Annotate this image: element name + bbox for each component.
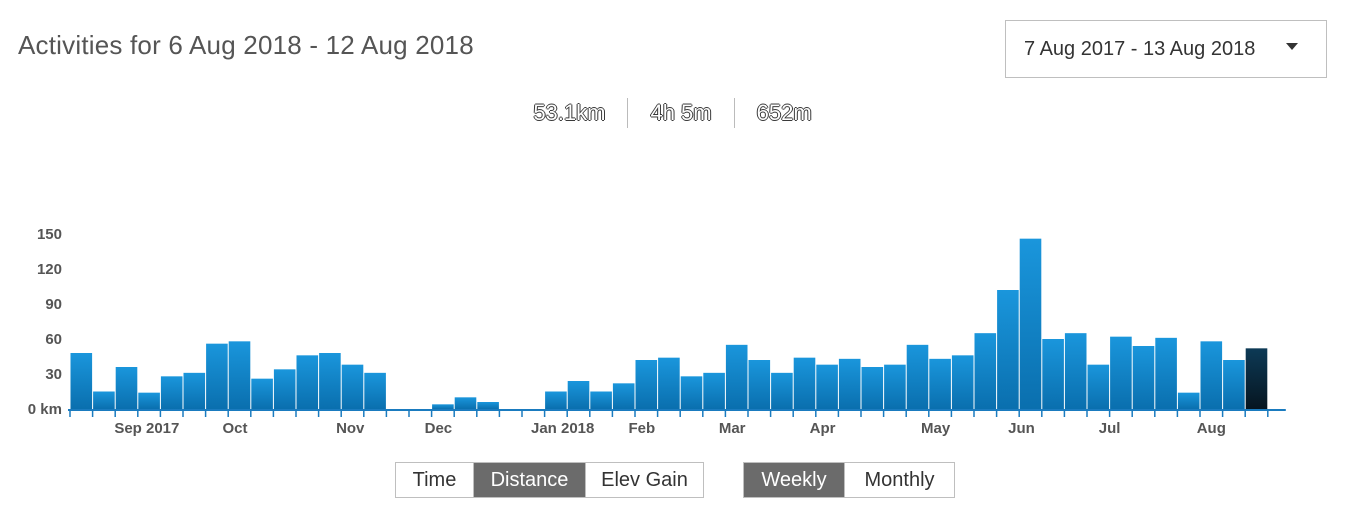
bar (1177, 392, 1200, 409)
monthly-button[interactable]: Monthly (845, 463, 954, 497)
time-button[interactable]: Time (396, 463, 474, 497)
bar (296, 355, 319, 409)
y-tick-label: 60 (45, 331, 62, 348)
bar (635, 360, 658, 409)
x-tick-label: Mar (719, 420, 746, 437)
bar (951, 355, 974, 409)
bar (1042, 339, 1064, 409)
weekly-button[interactable]: Weekly (744, 463, 845, 497)
bar (1019, 238, 1042, 409)
bar (567, 381, 590, 409)
x-tick-label: May (921, 420, 951, 437)
bar (1200, 341, 1223, 409)
bar (929, 358, 951, 409)
bar-selected (1245, 348, 1268, 409)
bar (160, 376, 183, 409)
stat-distance: 53.1km (533, 100, 606, 125)
elev-gain-button[interactable]: Elev Gain (586, 463, 703, 497)
metric-toggle-group: Time Distance Elev Gain (395, 462, 704, 498)
y-tick-label: 120 (37, 261, 62, 278)
bar (93, 391, 115, 409)
bar (861, 367, 884, 409)
bar (771, 372, 793, 409)
bar (364, 372, 386, 409)
x-tick-label: Apr (810, 420, 836, 437)
x-tick-label: Dec (425, 420, 453, 437)
bar (1132, 346, 1155, 409)
x-tick-label: Oct (222, 420, 247, 437)
bar (1064, 333, 1087, 409)
bar (703, 372, 725, 409)
bar (545, 391, 567, 409)
bar (590, 391, 612, 409)
x-tick-label: Nov (336, 420, 365, 437)
bar (341, 364, 364, 409)
x-tick-label: Jun (1008, 420, 1035, 437)
bar (612, 383, 635, 409)
bar (748, 360, 771, 409)
bar (816, 364, 838, 409)
chevron-down-icon (1286, 43, 1298, 50)
bar (454, 397, 477, 409)
bar (183, 372, 206, 409)
bar (70, 353, 93, 409)
bar (974, 333, 997, 409)
bar (251, 378, 273, 409)
bar (906, 344, 929, 409)
distance-button[interactable]: Distance (474, 463, 586, 497)
stat-time: 4h 5m (650, 100, 712, 125)
date-range-dropdown[interactable]: 7 Aug 2017 - 13 Aug 2018 (1005, 20, 1327, 78)
page-title: Activities for 6 Aug 2018 - 12 Aug 2018 (18, 30, 474, 60)
bar (725, 344, 748, 409)
bar (838, 358, 861, 409)
date-range-label: 7 Aug 2017 - 13 Aug 2018 (1024, 37, 1256, 60)
y-tick-label: 150 (37, 226, 62, 243)
bar (206, 343, 228, 409)
bar (658, 357, 680, 409)
x-tick-label: Sep 2017 (114, 420, 179, 437)
bar (432, 404, 454, 409)
y-tick-label: 0 km (28, 401, 62, 418)
bar (680, 376, 703, 409)
bar (1087, 364, 1110, 409)
bar (793, 357, 816, 409)
x-tick-label: Jan 2018 (531, 420, 594, 437)
stat-elevation: 652m (756, 100, 812, 125)
bar (477, 402, 499, 409)
summary-stats: 53.1km 4h 5m 652m (0, 96, 1345, 130)
bar (115, 367, 138, 409)
bar (1223, 360, 1245, 409)
bar (1110, 336, 1132, 409)
bar (997, 290, 1019, 409)
bar (273, 369, 296, 409)
y-tick-label: 30 (45, 366, 62, 383)
bar (1155, 337, 1177, 409)
bar (319, 353, 341, 409)
x-tick-label: Aug (1197, 420, 1226, 437)
bar (884, 364, 906, 409)
period-toggle-group: Weekly Monthly (743, 462, 955, 498)
bar (228, 341, 251, 409)
weekly-distance-chart: 150 120 90 60 30 0 km Sep 2017 Oct Nov Dec Jan 201… (28, 226, 1286, 437)
x-tick-label: Jul (1099, 420, 1121, 437)
bar (138, 392, 160, 409)
x-tick-label: Feb (628, 420, 655, 437)
y-tick-label: 90 (45, 296, 62, 313)
